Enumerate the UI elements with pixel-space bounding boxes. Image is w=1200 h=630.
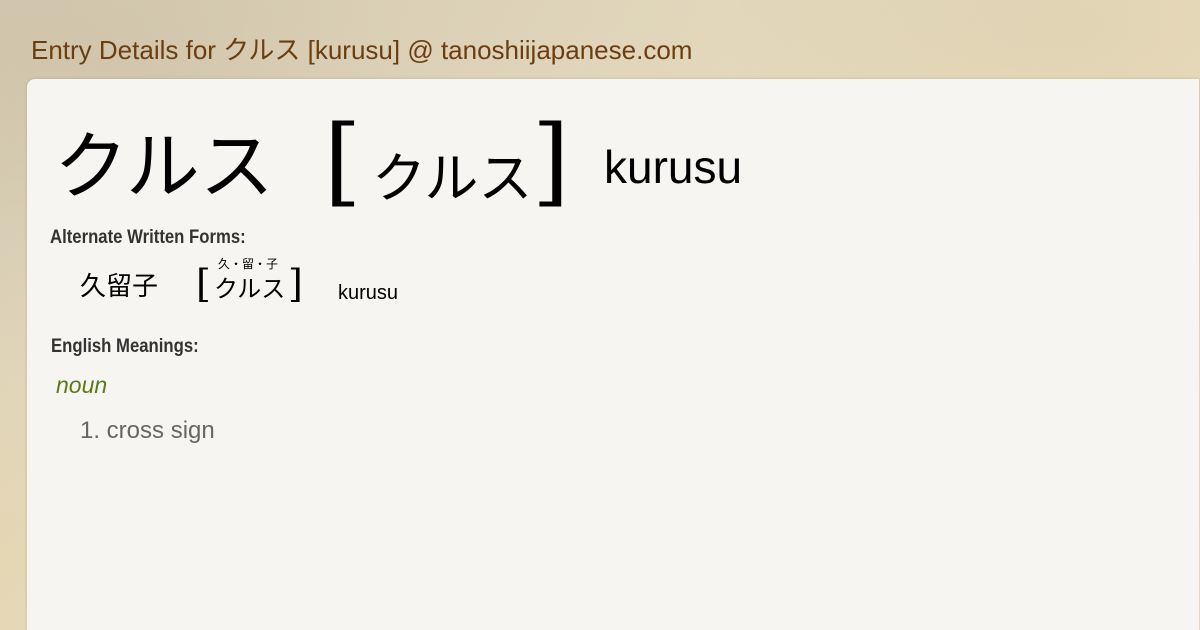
page-title: Entry Details for クルス [kurusu] @ tanoshi… [31,35,693,65]
alternate-form-bracket-close: ] [288,262,303,306]
alternate-form-kanji: 久留子 [80,272,159,302]
main-entry-kanji: クルス [54,124,274,210]
entry-card: クルス [ クルス ] kurusu Alternate Written For… [27,79,1199,630]
main-entry-reading: クルス [372,147,533,210]
meaning-item: 1. cross sign [80,417,215,444]
alternate-form-furigana: 久・留・子 [218,257,279,271]
part-of-speech-label: noun [56,372,108,398]
alternate-form-bracket-open: [ [196,262,211,306]
alternate-form-reading: クルス [214,275,286,303]
main-entry-romaji: kurusu [604,141,743,193]
alternate-form-romaji: kurusu [338,282,399,304]
main-entry-bracket-close: ] [532,105,570,217]
english-meanings-heading: English Meanings: [51,336,199,357]
main-entry-bracket-open: [ [324,105,362,217]
alternate-forms-heading: Alternate Written Forms: [50,227,246,248]
